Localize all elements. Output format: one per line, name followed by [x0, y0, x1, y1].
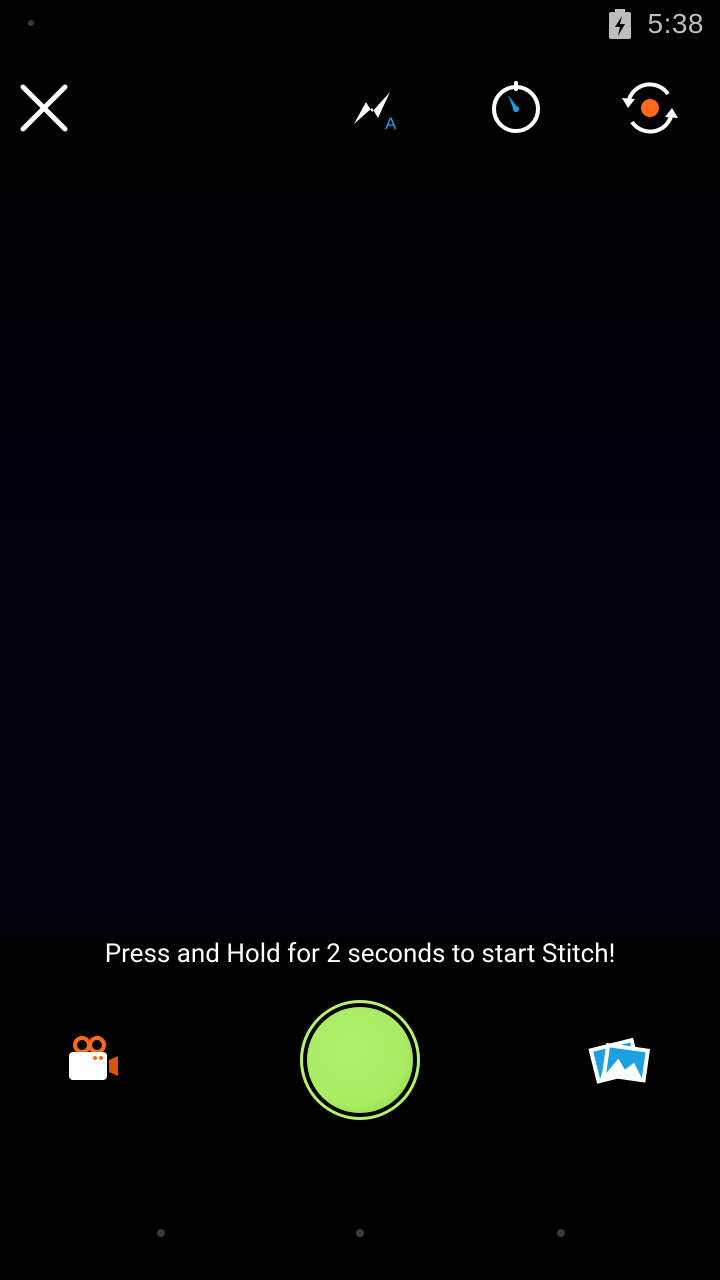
- battery-charging-icon: [609, 9, 631, 39]
- flash-auto-icon: A: [354, 92, 397, 133]
- flash-mode-label: A: [385, 114, 397, 133]
- timer-button[interactable]: [486, 78, 546, 138]
- video-mode-button[interactable]: [66, 1034, 122, 1086]
- shutter-icon: [307, 1007, 413, 1113]
- gallery-button[interactable]: [588, 1032, 652, 1088]
- close-button[interactable]: [14, 78, 74, 138]
- page-indicator-dot: [356, 1229, 364, 1237]
- timer-icon: [492, 81, 540, 133]
- page-indicator-dot: [557, 1229, 565, 1237]
- hint-text: Press and Hold for 2 seconds to start St…: [104, 939, 616, 969]
- status-bar: 5:38: [0, 0, 720, 50]
- switch-camera-icon: [622, 82, 678, 134]
- notification-dot: [28, 20, 34, 26]
- page-indicator-dot: [157, 1229, 165, 1237]
- camera-viewfinder[interactable]: [0, 150, 720, 936]
- video-camera-icon: [69, 1036, 118, 1080]
- flash-button[interactable]: A: [348, 84, 404, 134]
- camera-screen: 5:38 A Press and Hold for 2 seconds to s…: [0, 0, 720, 1280]
- close-icon: [20, 84, 68, 132]
- capture-button[interactable]: [300, 1000, 420, 1120]
- status-time: 5:38: [647, 8, 704, 39]
- gallery-photos-icon: [588, 1037, 651, 1084]
- switch-camera-button[interactable]: [616, 78, 684, 138]
